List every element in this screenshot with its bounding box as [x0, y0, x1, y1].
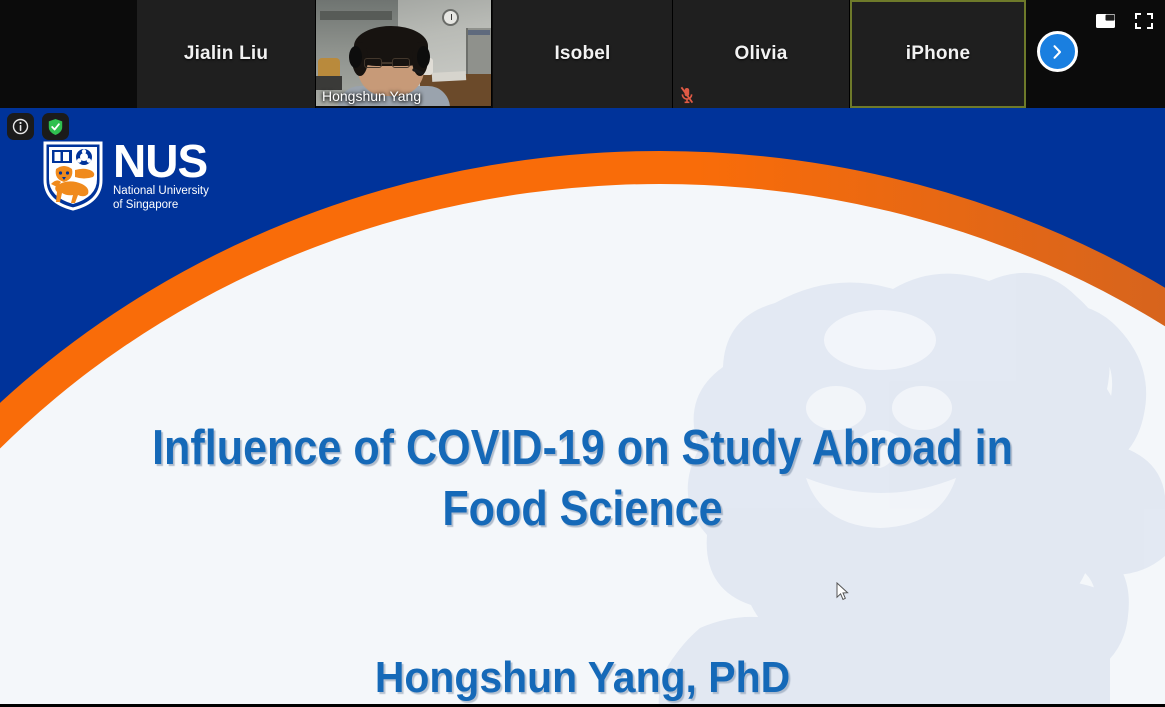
participant-filmstrip: Jialin Liu Hongshun Yang Isobel Olivia i…: [0, 0, 1165, 108]
participant-tile-4[interactable]: Olivia: [673, 0, 850, 108]
info-badge[interactable]: [7, 113, 34, 140]
slide-author-block: Hongshun Yang, PhD @NUS 2020: [97, 653, 1069, 704]
video-shelf: [466, 28, 491, 76]
nus-crest-icon: [43, 141, 103, 211]
overlay-badges: [7, 113, 69, 140]
filmstrip-controls: [1094, 10, 1155, 32]
participant-tile-5[interactable]: iPhone: [850, 0, 1026, 108]
microphone-muted-icon: [677, 84, 697, 106]
filmstrip-left-pad: [0, 0, 137, 108]
nus-logo-line2: of Singapore: [113, 199, 179, 212]
participant-name: Hongshun Yang: [322, 88, 422, 104]
participant-name: Jialin Liu: [183, 43, 269, 64]
presentation-slide: NUS National University of Singapore Inf…: [0, 108, 1165, 704]
info-icon: [12, 118, 29, 135]
video-papers: [431, 71, 467, 82]
fullscreen-button[interactable]: [1133, 10, 1155, 32]
glasses-right: [392, 58, 410, 68]
nus-logo-line1: National University: [113, 185, 209, 198]
participant-name: iPhone: [905, 43, 971, 64]
headphone-right-icon: [417, 46, 430, 68]
glasses-bridge: [382, 62, 392, 64]
picture-in-picture-icon: [1095, 14, 1115, 28]
chevron-right-icon: [1053, 44, 1062, 59]
picture-in-picture-button[interactable]: [1094, 10, 1116, 32]
participant-name: Olivia: [734, 43, 788, 64]
nus-wordmark: NUS: [113, 135, 208, 187]
screen-share-window: Jialin Liu Hongshun Yang Isobel Olivia i…: [0, 0, 1165, 707]
participant-tile-2-video[interactable]: Hongshun Yang: [316, 0, 492, 106]
participant-tile-3[interactable]: Isobel: [493, 0, 673, 108]
wall-clock-icon: [442, 9, 459, 26]
video-shelf-book: [468, 30, 490, 35]
shield-check-icon: [48, 118, 63, 135]
author-name: Hongshun Yang, PhD: [374, 653, 791, 702]
protected-badge[interactable]: [42, 113, 69, 140]
fullscreen-icon: [1135, 13, 1153, 29]
next-participants-button[interactable]: [1037, 31, 1078, 72]
headphone-left-icon: [349, 46, 362, 68]
mouse-cursor: [836, 582, 849, 601]
glasses-left: [364, 58, 382, 68]
slide-title: Influence of COVID-19 on Study Abroad in…: [152, 421, 1013, 537]
nus-logo: NUS National University of Singapore: [42, 135, 209, 212]
video-wall-band: [320, 11, 392, 20]
participant-tile-1[interactable]: Jialin Liu: [137, 0, 316, 108]
participant-name: Isobel: [554, 43, 611, 64]
